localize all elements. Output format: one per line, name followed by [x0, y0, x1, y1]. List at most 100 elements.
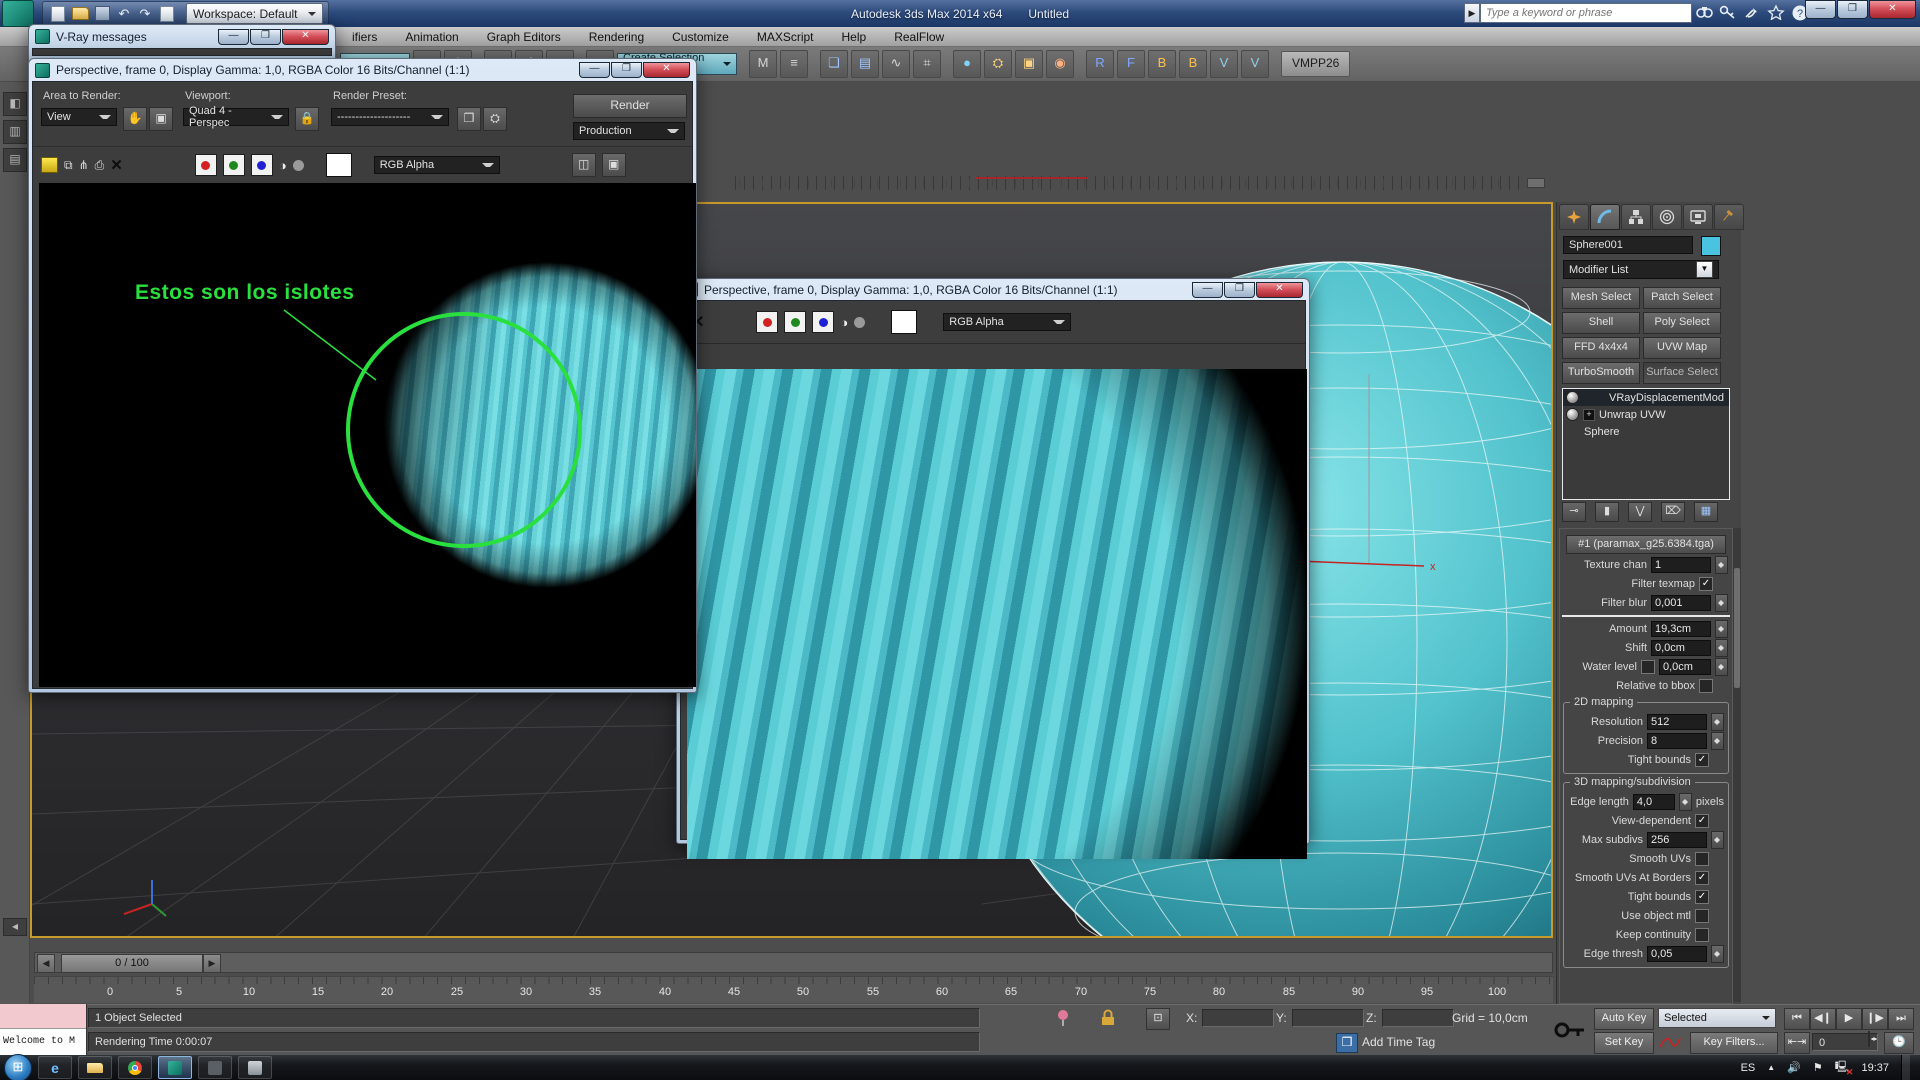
expand-icon[interactable]: + — [1583, 409, 1595, 421]
rw2-blue-channel-button[interactable] — [812, 311, 834, 333]
align-icon[interactable]: ≡ — [780, 50, 808, 78]
action-center-flag-icon[interactable]: ⚑ — [1813, 1061, 1823, 1074]
menu-help[interactable]: Help — [828, 30, 881, 44]
realflow-bin-import-icon[interactable]: B — [1179, 50, 1207, 78]
3dsmax-logo-icon[interactable] — [2, 0, 34, 27]
mini-listener-arrow[interactable]: ◂ — [3, 918, 27, 936]
modifier-enable-bulb-icon[interactable] — [1566, 408, 1579, 421]
stack-item-sphere[interactable]: Sphere — [1563, 423, 1729, 440]
start-button[interactable]: ⊞ — [4, 1054, 32, 1080]
schematic-view-icon[interactable]: ⌗ — [913, 50, 941, 78]
stack-item-vraydisplacementmod[interactable]: VRayDisplacementMod — [1563, 389, 1729, 406]
btn-turbosmooth[interactable]: TurboSmooth — [1562, 362, 1640, 384]
btn-shell[interactable]: Shell — [1562, 312, 1640, 334]
edge-length-spinner[interactable] — [1679, 793, 1692, 811]
keep-continuity-checkbox[interactable] — [1695, 928, 1709, 942]
mirror-icon[interactable]: M — [749, 50, 777, 78]
clear-image-icon[interactable]: ✕ — [110, 156, 123, 174]
rw2-color-swatch[interactable] — [891, 310, 917, 334]
curve-editor-icon[interactable]: ∿ — [882, 50, 910, 78]
dock-icon-3[interactable]: ▤ — [3, 148, 27, 172]
key-mode-toggle-icon[interactable]: ⇤⇥ — [1784, 1032, 1810, 1054]
show-desktop-button[interactable] — [1901, 1055, 1910, 1080]
render-setup-gear-icon[interactable]: ⛭ — [483, 107, 507, 131]
project-folder-icon[interactable] — [160, 6, 174, 22]
water-level-spinner[interactable] — [1715, 658, 1728, 676]
dock-icon-2[interactable]: ▥ — [3, 120, 27, 144]
vray-toolbar-icon-2[interactable]: V — [1241, 50, 1269, 78]
listener-pane[interactable]: Welcome to M — [0, 1029, 86, 1055]
previous-frame-arrow[interactable]: ◀ — [37, 954, 55, 973]
realflow-bin-export-icon[interactable]: B — [1148, 50, 1176, 78]
realflow-icon-1[interactable]: R — [1086, 50, 1114, 78]
tab-create[interactable] — [1559, 204, 1589, 230]
panel-scrollbar[interactable] — [1733, 528, 1741, 1002]
relative-bbox-checkbox[interactable] — [1699, 679, 1713, 693]
default-in-out-tangent-icon[interactable] — [1658, 1034, 1682, 1050]
rw1-channel-dropdown[interactable]: RGB Alpha — [374, 156, 500, 174]
rw2-mono-channel-button[interactable]: ◑ — [840, 315, 848, 330]
close-button[interactable]: ✕ — [1869, 0, 1916, 19]
track-ruler[interactable] — [735, 168, 1545, 198]
shift-field[interactable]: 0,0cm — [1651, 640, 1711, 656]
vray-maximize-button[interactable]: ❐ — [250, 29, 281, 45]
texmap-button[interactable]: #1 (paramax_g25.6384.tga) — [1566, 535, 1726, 554]
lock-viewport-icon[interactable]: 🔒 — [295, 107, 319, 131]
time-slider-track[interactable]: ◀ 0 / 100 ▶ — [34, 952, 1553, 973]
amount-field[interactable]: 19,3cm — [1651, 621, 1711, 637]
object-name-field[interactable]: Sphere001 — [1563, 236, 1693, 254]
copy-image-icon[interactable]: ⧉ — [64, 158, 73, 173]
rw1-green-channel-button[interactable] — [223, 154, 245, 176]
maxscript-mini-listener[interactable]: Welcome to M — [0, 1004, 87, 1055]
viewport-dropdown[interactable]: Quad 4 - Perspec — [183, 108, 289, 126]
production-dropdown[interactable]: Production — [573, 122, 685, 140]
show-end-result-icon[interactable]: ▮ — [1595, 502, 1619, 522]
menu-modifiers-partial[interactable]: ifiers — [338, 30, 391, 44]
menu-rendering[interactable]: Rendering — [575, 30, 658, 44]
render-setup-icon[interactable]: ⛭ — [984, 50, 1012, 78]
open-file-icon[interactable] — [72, 7, 89, 20]
render-window-1[interactable]: Perspective, frame 0, Display Gamma: 1,0… — [28, 58, 697, 693]
rw2-close-button[interactable]: ✕ — [1256, 282, 1303, 298]
rw1-alpha-channel-button[interactable] — [293, 160, 304, 171]
save-image-icon[interactable] — [41, 157, 58, 173]
resolution-field[interactable]: 512 — [1647, 714, 1707, 730]
previous-frame-icon[interactable]: ◀❙ — [1810, 1008, 1836, 1030]
rw2-green-channel-button[interactable] — [784, 311, 806, 333]
tight-bounds-3d-checkbox[interactable] — [1695, 890, 1709, 904]
minimize-button[interactable]: — — [1805, 0, 1836, 19]
rw1-red-channel-button[interactable] — [195, 154, 217, 176]
modifier-list-dropdown[interactable]: Modifier List▼ — [1563, 260, 1719, 279]
btn-patch-select[interactable]: Patch Select — [1643, 287, 1721, 309]
area-to-render-dropdown[interactable]: View — [41, 108, 117, 126]
stack-item-unwrap-uvw[interactable]: + Unwrap UVW — [1563, 406, 1729, 423]
tab-hierarchy[interactable] — [1621, 204, 1651, 230]
amount-spinner[interactable] — [1715, 620, 1728, 638]
layout-toggle-icon-1[interactable]: ◫ — [572, 153, 596, 177]
subscription-key-icon[interactable] — [1718, 4, 1740, 22]
vray-minimize-button[interactable]: — — [218, 29, 249, 45]
render-window-2[interactable]: Perspective, frame 0, Display Gamma: 1,0… — [676, 278, 1310, 844]
object-color-swatch[interactable] — [1701, 236, 1721, 256]
btn-poly-select[interactable]: Poly Select — [1643, 312, 1721, 334]
max-subdivs-field[interactable]: 256 — [1647, 832, 1707, 848]
btn-surface-select[interactable]: Surface Select — [1643, 362, 1721, 384]
rw2-minimize-button[interactable]: — — [1192, 282, 1223, 298]
rw2-alpha-channel-button[interactable] — [854, 317, 865, 328]
auto-key-button[interactable]: Auto Key — [1594, 1008, 1654, 1030]
taskbar-app-6[interactable] — [238, 1056, 272, 1079]
favorites-star-icon[interactable] — [1766, 4, 1788, 22]
btn-mesh-select[interactable]: Mesh Select — [1562, 287, 1640, 309]
clone-window-icon[interactable]: ⋔ — [79, 158, 89, 172]
x-coordinate-field[interactable] — [1202, 1009, 1274, 1027]
macro-recorder-pane[interactable] — [0, 1004, 86, 1029]
texture-chan-spinner[interactable] — [1715, 556, 1728, 574]
btn-ffd-4x4x4[interactable]: FFD 4x4x4 — [1562, 337, 1640, 359]
save-file-icon[interactable] — [95, 6, 110, 21]
smooth-uvs-borders-checkbox[interactable] — [1695, 871, 1709, 885]
tab-motion[interactable] — [1652, 204, 1682, 230]
precision-spinner[interactable] — [1711, 732, 1724, 750]
render-button[interactable]: Render — [573, 94, 687, 118]
adaptive-degradation-cube-icon[interactable]: ❒ — [1336, 1033, 1358, 1053]
rw2-maximize-button[interactable]: ❐ — [1224, 282, 1255, 298]
